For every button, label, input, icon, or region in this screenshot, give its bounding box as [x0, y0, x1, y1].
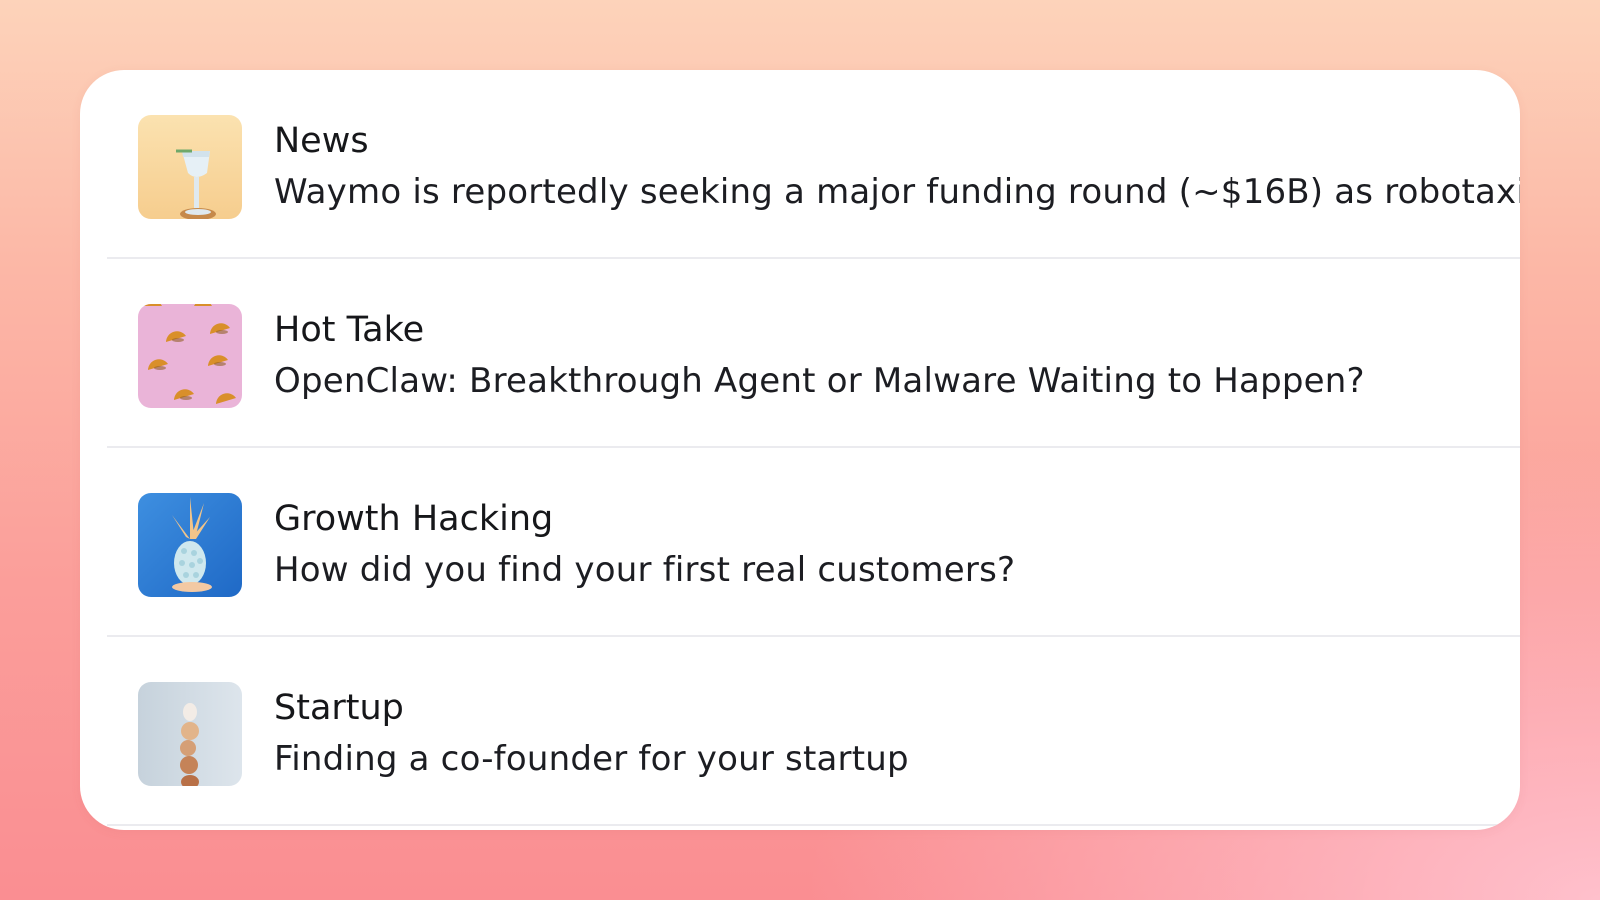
feed-card: News Waymo is reportedly seeking a major…: [80, 70, 1520, 830]
pineapple-icon: [138, 493, 242, 597]
item-headline[interactable]: OpenClaw: Breakthrough Agent or Malware …: [274, 359, 1365, 403]
lemon-wedges-icon: [138, 304, 242, 408]
item-headline[interactable]: Finding a co-founder for your startup: [274, 737, 909, 781]
item-category: Growth Hacking: [274, 499, 554, 539]
item-category: Startup: [274, 688, 404, 728]
item-category: News: [274, 121, 369, 161]
feed-item-startup[interactable]: Startup Finding a co-founder for your st…: [80, 637, 1520, 826]
wine-glass-icon: [138, 115, 242, 219]
stacked-eggs-icon: [138, 682, 242, 786]
feed-item-growth-hacking[interactable]: Growth Hacking How did you find your fir…: [80, 448, 1520, 637]
feed-item-hot-take[interactable]: Hot Take OpenClaw: Breakthrough Agent or…: [80, 259, 1520, 448]
item-headline[interactable]: Waymo is reportedly seeking a major fund…: [274, 170, 1520, 214]
item-headline[interactable]: How did you find your first real custome…: [274, 548, 1015, 592]
row-divider: [107, 824, 1520, 826]
feed-item-news[interactable]: News Waymo is reportedly seeking a major…: [80, 70, 1520, 259]
item-category: Hot Take: [274, 310, 425, 350]
